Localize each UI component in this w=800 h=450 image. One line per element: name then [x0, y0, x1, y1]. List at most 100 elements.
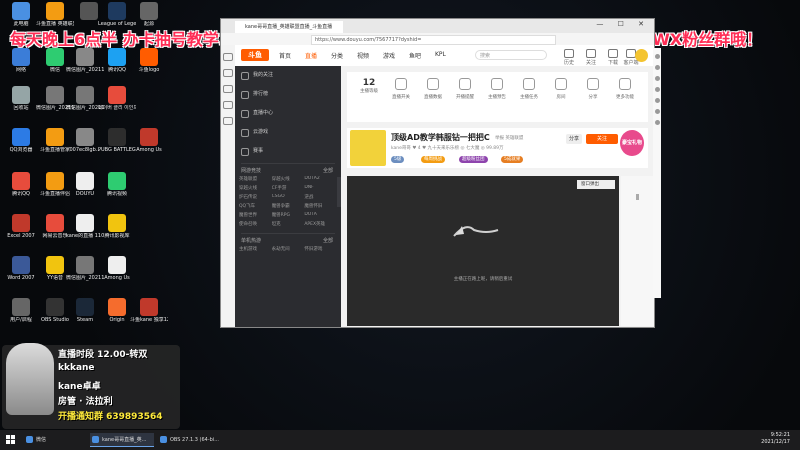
streamer-badge[interactable]: 5成就果 — [501, 156, 524, 163]
streamer-avatar[interactable] — [350, 130, 386, 166]
anchor-task-button[interactable]: 开播提醒 — [447, 78, 483, 100]
category-link[interactable]: 炉石传说 — [239, 194, 272, 200]
desktop-icon[interactable]: Excel 2007 — [2, 214, 40, 239]
video-player[interactable]: 窗口弹出 主播正在路上呢，请稍后重试 — [347, 176, 619, 326]
desktop-icon[interactable]: 用户/启程 — [2, 298, 40, 323]
anchor-task-button[interactable]: 更多功能 — [607, 78, 643, 100]
side-tool-icon[interactable] — [654, 120, 660, 125]
category-link[interactable]: 逆战 — [304, 194, 337, 200]
desktop-icon[interactable]: 回收站 — [2, 86, 40, 111]
anchor-task-button[interactable]: 12 主播等级 — [351, 78, 387, 94]
nav-game[interactable]: 游戏 — [383, 51, 395, 60]
streamer-badge[interactable]: 5级 — [391, 156, 405, 163]
taskbar-item-browser[interactable]: kane哥哥直播_英... — [90, 433, 154, 447]
nav-kpl[interactable]: KPL — [435, 51, 446, 58]
nav-home[interactable]: 首页 — [279, 51, 291, 60]
category-link[interactable]: DNF — [304, 185, 337, 191]
tool-icon[interactable] — [223, 69, 233, 77]
side-tool-icon[interactable] — [654, 109, 660, 114]
anchor-task-button[interactable]: 分享 — [575, 78, 611, 100]
streamer-badge[interactable]: 每周挑战 — [421, 156, 445, 163]
category-link[interactable]: 怀旧游戏 — [304, 246, 337, 252]
desktop-icon[interactable]: Word 2007 — [2, 256, 40, 281]
sidebar-item-cloud-game[interactable]: 云游戏 — [235, 123, 341, 142]
sidebar-item-live-center[interactable]: 直播中心 — [235, 104, 341, 123]
nav-live[interactable]: 直播 — [305, 51, 317, 60]
anchor-task-button[interactable]: 主播任务 — [511, 78, 547, 100]
desktop-icon-label: 네이버 클리 이인프 — [98, 105, 136, 111]
room-meta[interactable]: 举报 英雄联盟 — [495, 135, 523, 141]
nav-yuba[interactable]: 鱼吧 — [409, 51, 421, 60]
category-link[interactable]: 魔兽RPG — [272, 212, 305, 218]
tool-icon[interactable] — [223, 53, 233, 61]
sidebar-item-ranking[interactable]: 排行榜 — [235, 85, 341, 104]
desktop-icon[interactable]: 斗鱼直播 英雄联盟 WeGame — [36, 2, 74, 27]
history-button[interactable]: 历史 — [559, 49, 579, 66]
tool-icon[interactable] — [223, 117, 233, 125]
category-link[interactable]: CF手游 — [272, 185, 305, 191]
desktop-icon[interactable]: 此电脑 — [2, 2, 40, 27]
category-link[interactable]: 永劫无间 — [272, 246, 305, 252]
side-tool-icon[interactable] — [654, 54, 660, 59]
desktop-icon[interactable]: Among Us — [130, 128, 168, 153]
windows-start-icon[interactable] — [6, 435, 15, 444]
sidebar-item-events[interactable]: 赛事 — [235, 142, 341, 161]
side-tool-icon[interactable] — [654, 65, 660, 70]
nav-category[interactable]: 分类 — [331, 51, 343, 60]
follow-button[interactable]: 关注 — [586, 134, 618, 144]
gift-badge[interactable]: 豪宝礼物 — [620, 130, 644, 156]
category-link[interactable]: 使命召唤 — [239, 221, 272, 227]
category-link[interactable]: 坦克 — [272, 221, 305, 227]
taskbar-item-obs[interactable]: OBS 27.1.3 (64-bi... — [158, 433, 222, 447]
nav-video[interactable]: 视频 — [357, 51, 369, 60]
chat-panel-scroll[interactable] — [621, 176, 654, 326]
side-tool-icon[interactable] — [654, 87, 660, 92]
category-link[interactable]: 英雄联盟 — [239, 176, 272, 182]
share-button[interactable]: 分享 — [566, 134, 582, 144]
desktop-icon[interactable]: 腾讯视频 — [98, 172, 136, 197]
category-link[interactable]: DOTA — [304, 212, 337, 218]
user-avatar[interactable] — [635, 49, 648, 62]
anchor-task-button[interactable]: 房间 — [543, 78, 579, 100]
download-button[interactable]: 下载 — [603, 49, 623, 66]
anchor-task-button[interactable]: 直播数据 — [415, 78, 451, 100]
side-tool-icon[interactable] — [654, 76, 660, 81]
desktop-icon[interactable]: 腾讯影视库 — [98, 214, 136, 239]
browser-tab[interactable]: kane哥哥直播_英雄联盟直播_斗鱼直播 — [235, 21, 343, 33]
sidebar-item-follow[interactable]: 我的关注 — [235, 66, 341, 85]
category-link[interactable]: 穿越火线 — [272, 176, 305, 182]
desktop-icon[interactable]: 起源 — [130, 2, 168, 27]
system-clock[interactable]: 9:52:21 2021/12/17 — [761, 432, 790, 446]
section-more-link[interactable]: 全部 — [323, 236, 333, 246]
category-link[interactable]: 魔兽争霸 — [272, 203, 305, 209]
side-tool-icon[interactable] — [654, 98, 660, 103]
task-icon — [523, 78, 535, 90]
category-link[interactable]: 魔兽怀旧 — [304, 203, 337, 209]
category-link[interactable]: APEX英雄 — [304, 221, 337, 227]
taskbar-item-wechat[interactable]: 微信 — [24, 433, 86, 447]
streamer-badge[interactable]: 超级粉丝团 — [459, 156, 488, 163]
anchor-task-button[interactable]: 直播开关 — [383, 78, 419, 100]
search-input[interactable]: 搜索 — [475, 50, 547, 60]
category-link[interactable]: 主机游戏 — [239, 246, 272, 252]
category-link[interactable]: QQ飞车 — [239, 203, 272, 209]
category-link[interactable]: 穿越火线 — [239, 185, 272, 191]
douyu-logo[interactable]: 斗鱼 — [241, 49, 269, 61]
desktop-icon[interactable]: 斗鱼kane 独享1203 — [130, 298, 168, 323]
desktop-icon[interactable]: 腾讯QQ — [2, 172, 40, 197]
tool-icon[interactable] — [223, 101, 233, 109]
tool-icon[interactable] — [223, 85, 233, 93]
category-link[interactable]: 魔兽世界 — [239, 212, 272, 218]
popout-window-button[interactable]: 窗口弹出 — [577, 180, 615, 189]
window-controls[interactable]: — ☐ ✕ — [596, 20, 650, 28]
anchor-task-button[interactable]: 主播预告 — [479, 78, 515, 100]
url-input[interactable]: https://www.douyu.com/7567717?dyshid= — [311, 35, 556, 45]
scrollbar-thumb[interactable] — [636, 194, 639, 200]
section-more-link[interactable]: 全部 — [323, 166, 333, 176]
desktop-icon[interactable]: Among Us — [98, 256, 136, 281]
desktop-icon[interactable]: 네이버 클리 이인프 — [98, 86, 136, 111]
category-link[interactable]: DOTA2 — [304, 176, 337, 182]
desktop-icon[interactable]: QQ浏览器 — [2, 128, 40, 153]
follow-list-button[interactable]: 关注 — [581, 49, 601, 66]
category-link[interactable]: CSGO — [272, 194, 305, 200]
